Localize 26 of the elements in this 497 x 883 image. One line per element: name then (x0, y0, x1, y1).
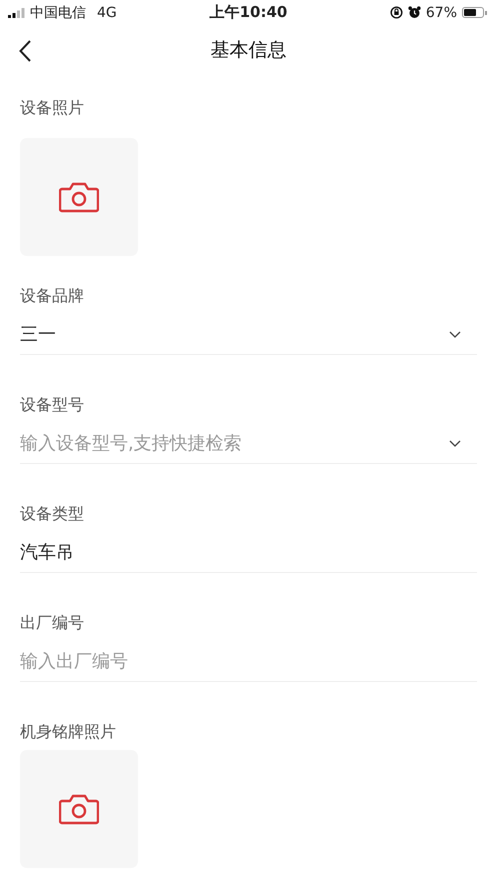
field-label: 设备照片 (20, 97, 84, 119)
battery-percent: 67% (426, 4, 457, 20)
back-icon[interactable] (19, 40, 31, 62)
input-field[interactable]: 输入出厂编号 (20, 641, 477, 682)
photo-upload-button[interactable] (20, 138, 138, 256)
camera-icon (59, 181, 99, 213)
field-label: 设备型号 (20, 394, 84, 416)
field-value: 汽车吊 (20, 532, 477, 573)
select-field[interactable]: 三一 (20, 314, 477, 355)
battery-icon (462, 7, 487, 18)
status-time: 上午10:40 (210, 3, 288, 22)
field-label: 设备品牌 (20, 285, 84, 307)
camera-icon (59, 793, 99, 825)
chevron-down-icon (449, 330, 461, 338)
page-title: 基本信息 (210, 38, 286, 63)
signal-icon (8, 8, 25, 18)
select-field[interactable]: 输入设备型号,支持快捷检索 (20, 423, 477, 464)
rotation-lock-icon (390, 6, 403, 19)
field-label: 出厂编号 (20, 612, 84, 634)
alarm-icon (408, 6, 421, 19)
photo-upload-button[interactable] (20, 750, 138, 868)
network-type: 4G (97, 4, 117, 20)
field-label: 机身铭牌照片 (20, 721, 116, 743)
field-label: 设备类型 (20, 503, 84, 525)
chevron-down-icon (449, 440, 461, 446)
carrier-name: 中国电信 (30, 4, 86, 22)
